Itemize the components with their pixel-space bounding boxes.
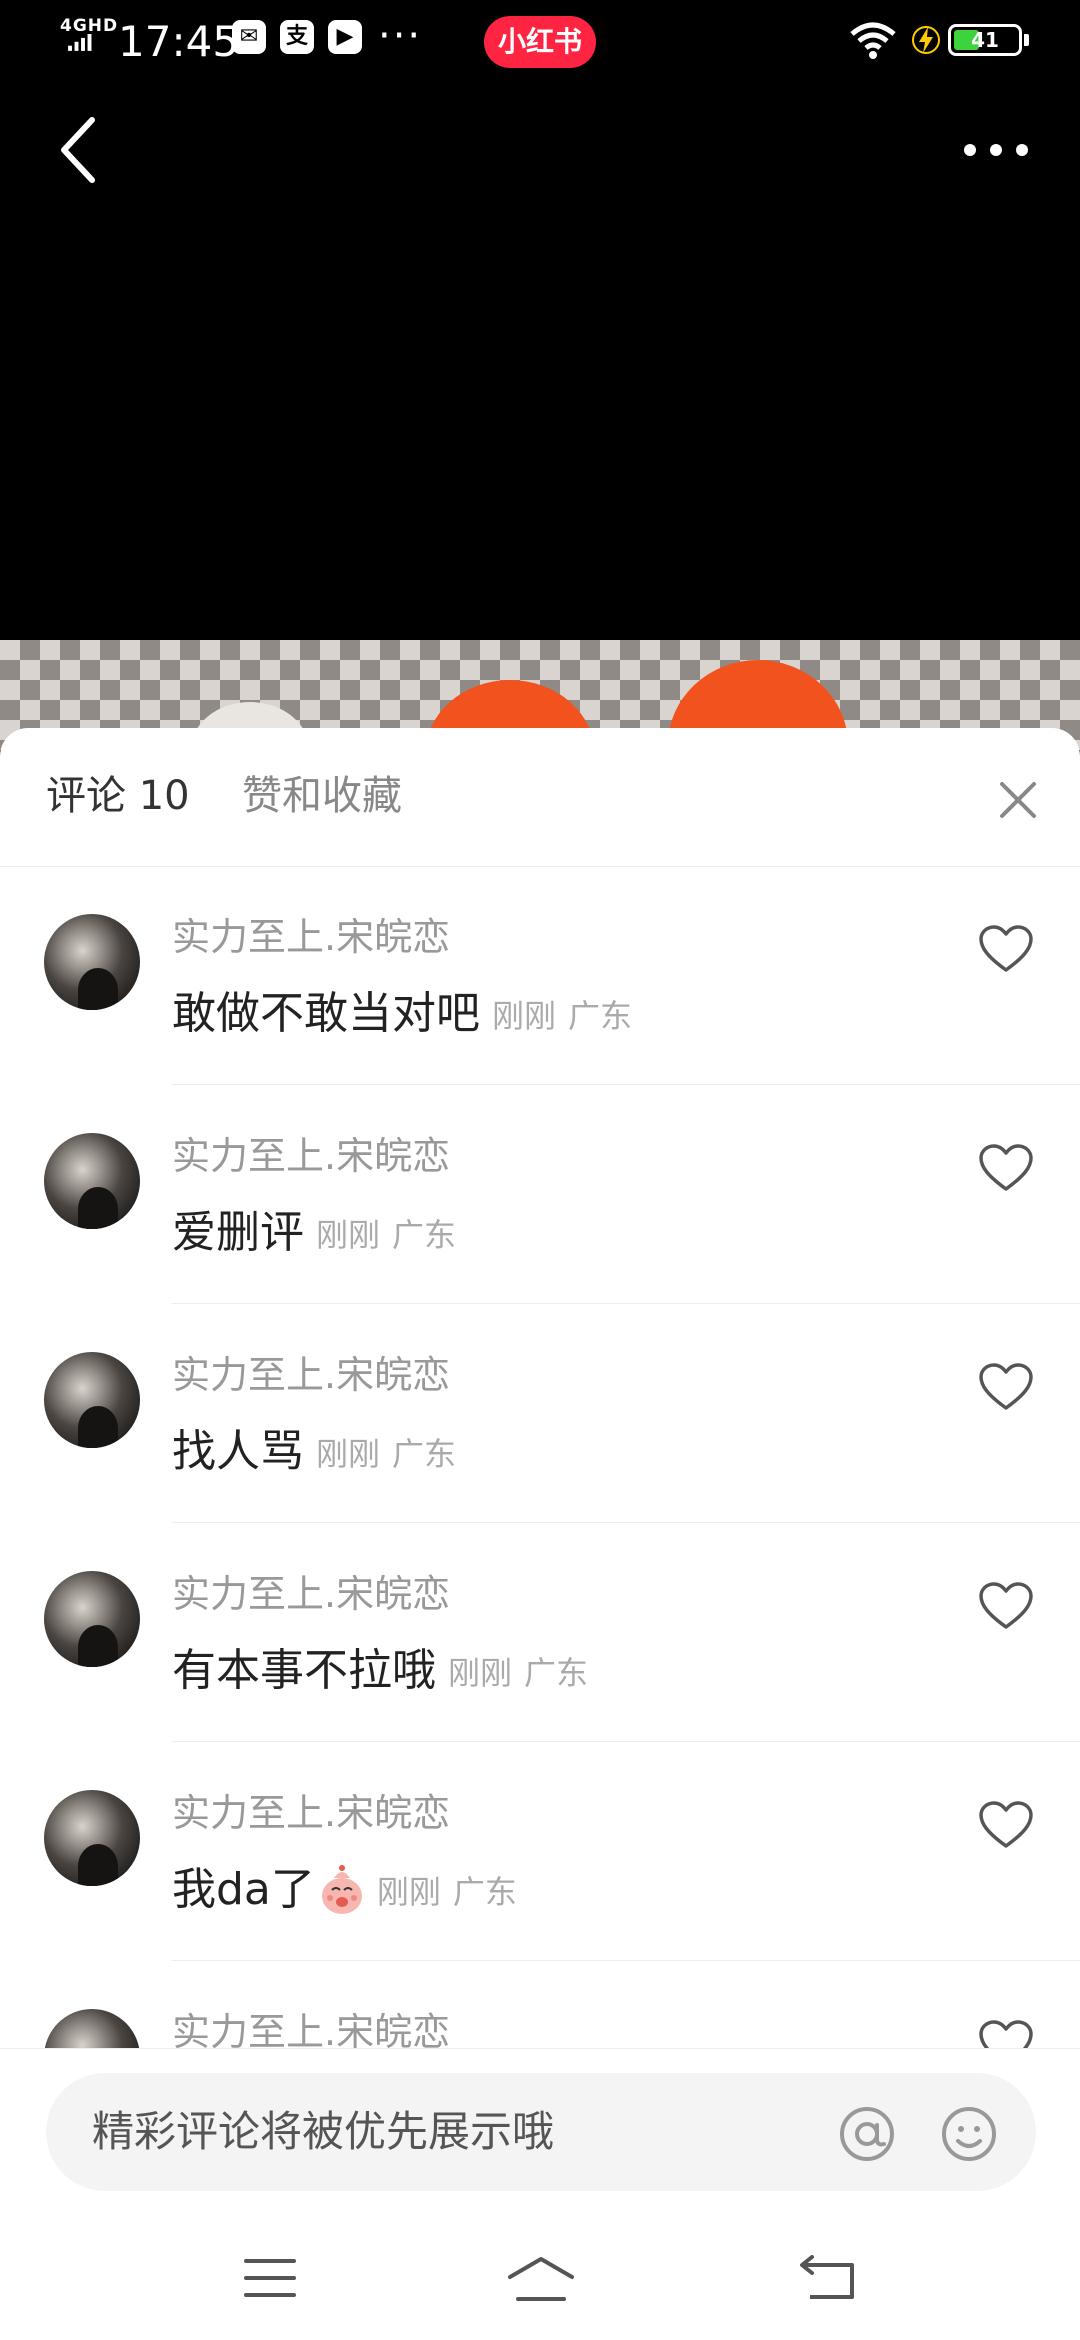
comment-text: 我da了 — [172, 1864, 315, 1915]
battery-icon: 41 — [948, 24, 1022, 56]
comment-input[interactable]: 精彩评论将被优先展示哦 — [46, 2073, 1036, 2191]
comment-location: 广东 — [452, 1873, 517, 1911]
comment-location: 广东 — [392, 1216, 457, 1254]
heart-icon[interactable] — [978, 924, 1034, 974]
network-type: 4GHD — [60, 16, 119, 36]
avatar[interactable] — [44, 2009, 140, 2048]
avatar[interactable] — [44, 1133, 140, 1229]
comment-text: 爱删评 — [172, 1207, 304, 1258]
comment-username[interactable]: 实力至上.宋皖恋 — [172, 912, 450, 962]
comment-body[interactable]: 有本事不拉哦 刚刚 广东 — [172, 1641, 588, 1701]
battery-tip — [1024, 34, 1029, 46]
comment-username[interactable]: 实力至上.宋皖恋 — [172, 1569, 450, 1619]
comment-text: 敢做不敢当对吧 — [172, 988, 480, 1039]
heart-icon[interactable] — [978, 1581, 1034, 1631]
charging-icon — [912, 26, 940, 54]
comment-time: 刚刚 — [316, 1435, 381, 1473]
comment-item: 实力至上.宋皖恋 我da了 刚刚 广东 — [0, 1742, 1080, 1961]
comment-body[interactable]: 爱删评 刚刚 广东 — [172, 1203, 456, 1263]
comment-location: 广东 — [392, 1435, 457, 1473]
comment-time: 刚刚 — [448, 1654, 513, 1692]
avatar[interactable] — [44, 1571, 140, 1667]
comment-tabs: 评论 10 赞和收藏 — [0, 728, 1080, 867]
comment-username[interactable]: 实力至上.宋皖恋 — [172, 1350, 450, 1400]
comment-time: 刚刚 — [316, 1216, 381, 1254]
comment-location: 广东 — [524, 1654, 589, 1692]
back-nav-button[interactable] — [798, 2255, 856, 2301]
app-badge: 小红书 — [484, 16, 596, 68]
clock: 17:45 — [118, 17, 240, 66]
comment-text: 找人骂 — [172, 1426, 304, 1477]
comment-text: 有本事不拉哦 — [172, 1645, 436, 1696]
heart-icon[interactable] — [978, 1143, 1034, 1193]
comment-panel: 评论 10 赞和收藏 实力至上.宋皖恋 敢做不敢当对吧 刚刚 广东 实力至上.宋皖恋… — [0, 728, 1080, 2340]
comment-username[interactable]: 实力至上.宋皖恋 — [172, 2007, 450, 2048]
back-button[interactable] — [52, 112, 108, 188]
system-navigation-bar — [0, 2225, 1080, 2340]
comment-time: 刚刚 — [376, 1873, 441, 1911]
comment-item: 实力至上.宋皖恋 爱删评 刚刚 广东 — [0, 1085, 1080, 1304]
emoji-icon — [321, 1865, 362, 1914]
tab-likes-collections[interactable]: 赞和收藏 — [242, 768, 402, 824]
comment-location: 广东 — [568, 997, 633, 1035]
notification-app-icon: 支 — [280, 20, 314, 54]
comment-item: 实力至上.宋皖恋 敢做不敢当对吧 刚刚 广东 — [0, 866, 1080, 1085]
close-button[interactable] — [996, 778, 1040, 822]
battery-percent: 41 — [971, 28, 999, 52]
emoji-picker-icon[interactable] — [940, 2105, 998, 2163]
avatar[interactable] — [44, 1352, 140, 1448]
comment-body[interactable]: 敢做不敢当对吧 刚刚 广东 — [172, 984, 632, 1044]
comment-input-bar: 精彩评论将被优先展示哦 — [0, 2048, 1080, 2340]
comment-list[interactable]: 实力至上.宋皖恋 敢做不敢当对吧 刚刚 广东 实力至上.宋皖恋 爱删评 刚刚 广东 实力 — [0, 866, 1080, 2048]
mention-icon[interactable] — [838, 2105, 896, 2163]
comment-username[interactable]: 实力至上.宋皖恋 — [172, 1788, 450, 1838]
input-placeholder: 精彩评论将被优先展示哦 — [92, 2107, 555, 2156]
avatar[interactable] — [44, 1790, 140, 1886]
more-options-button[interactable] — [960, 128, 1032, 172]
home-button[interactable] — [506, 2255, 576, 2305]
heart-icon[interactable] — [978, 1362, 1034, 1412]
notification-mail-icon: ✉ — [232, 20, 266, 54]
heart-icon[interactable] — [978, 1800, 1034, 1850]
signal-icon — [68, 34, 92, 51]
heart-icon[interactable] — [978, 2019, 1034, 2048]
comment-body[interactable]: 找人骂 刚刚 广东 — [172, 1422, 456, 1482]
comment-body[interactable]: 我da了 刚刚 广东 — [172, 1860, 517, 1920]
comment-time: 刚刚 — [492, 997, 557, 1035]
notification-play-icon: ▶ — [328, 20, 362, 54]
recent-apps-button[interactable] — [244, 2257, 296, 2299]
wifi-icon — [850, 22, 896, 59]
status-bar: 4GHD 17:45 ✉ 支 ▶ ··· 小红书 41 — [0, 0, 1080, 86]
comment-username[interactable]: 实力至上.宋皖恋 — [172, 1131, 450, 1181]
avatar[interactable] — [44, 914, 140, 1010]
comment-item: 实力至上.宋皖恋 — [0, 1961, 1080, 2048]
comment-item: 实力至上.宋皖恋 找人骂 刚刚 广东 — [0, 1304, 1080, 1523]
tab-comments[interactable]: 评论 10 — [46, 768, 190, 824]
more-notifications-icon: ··· — [378, 13, 423, 59]
comment-item: 实力至上.宋皖恋 有本事不拉哦 刚刚 广东 — [0, 1523, 1080, 1742]
